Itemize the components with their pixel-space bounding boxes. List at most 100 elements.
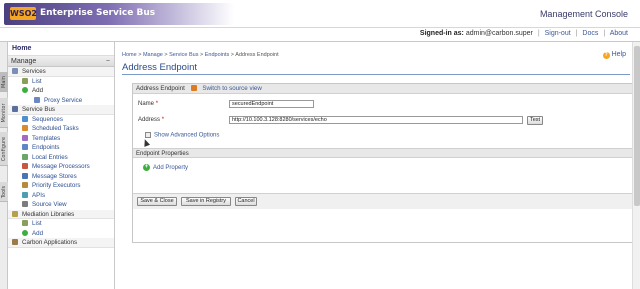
help-label: Help (611, 51, 626, 58)
sidebar-item-label: Source View (32, 201, 67, 208)
endpoints-icon (22, 144, 28, 151)
list-icon (22, 220, 28, 227)
sequences-icon (22, 115, 28, 122)
required-mark: * (161, 117, 165, 123)
sidebar-section-label: Manage (11, 58, 37, 65)
scrollbar-thumb[interactable] (634, 46, 640, 206)
tab-main-label: Main (1, 75, 7, 88)
sidebar-item-scheduled-tasks[interactable]: Scheduled Tasks (8, 124, 114, 134)
name-label-text: Name (138, 101, 155, 107)
help-icon: ? (602, 52, 610, 59)
sidebar-item-label: Sequences (32, 115, 63, 123)
apis-icon (22, 191, 28, 198)
breadcrumb-current: Address Endpoint (235, 52, 279, 58)
add-property-label: Add Property (153, 165, 189, 172)
scheduled-tasks-icon (22, 125, 28, 132)
sidebar-item-message-stores[interactable]: Message Stores (8, 172, 114, 182)
sidebar-item-source-view[interactable]: Source View (8, 200, 114, 210)
sidebar-item-sequences[interactable]: Sequences (8, 115, 114, 125)
sidebar-home[interactable]: Home (8, 42, 114, 56)
tab-tools[interactable]: Tools (0, 182, 8, 202)
sidebar-item-services[interactable]: Services (8, 67, 114, 77)
sidebar-item-ml-add[interactable]: Add (8, 229, 114, 239)
tab-main[interactable]: Main (0, 72, 8, 92)
sidebar-item-message-processors[interactable]: Message Processors (8, 162, 114, 172)
address-field[interactable]: http://10.100.3.128:8280/services/echo (229, 116, 523, 124)
endpoint-form-panel: Address Endpoint Switch to source view N… (132, 83, 638, 243)
address-label-text: Address (138, 117, 161, 123)
sidebar-item-label: Services (22, 68, 46, 75)
panel-title: Address Endpoint (136, 85, 185, 92)
about-link[interactable]: About (610, 30, 628, 37)
vertical-scrollbar[interactable] (632, 42, 640, 289)
user-bar: Signed-in as: admin@carbon.super | Sign-… (0, 28, 640, 42)
breadcrumb-manage[interactable]: Manage (143, 52, 163, 58)
add-property-link[interactable]: + Add Property (143, 164, 188, 171)
collapse-icon[interactable]: − (106, 56, 110, 67)
docs-link[interactable]: Docs (582, 30, 598, 37)
sidebar: Home Manage − Services List Add Proxy Se… (8, 42, 115, 289)
test-button[interactable]: Test (527, 116, 543, 125)
sidebar-item-label: Templates (32, 134, 61, 142)
sidebar-item-label: Service Bus (22, 106, 56, 113)
tab-configure[interactable]: Configure (0, 132, 8, 166)
sidebar-item-services-add[interactable]: Add (8, 86, 114, 96)
product-name: Enterprise Service Bus (40, 8, 156, 18)
sidebar-item-endpoints[interactable]: Endpoints (8, 143, 114, 153)
message-stores-icon (22, 172, 28, 179)
show-advanced-options-toggle[interactable]: Show Advanced Options (145, 132, 219, 139)
sign-out-link[interactable]: Sign-out (545, 30, 571, 37)
show-advanced-label: Show Advanced Options (154, 132, 220, 139)
sidebar-item-label: Proxy Service (44, 96, 83, 104)
add-icon (22, 87, 28, 94)
proxy-service-icon (34, 96, 40, 103)
help-link[interactable]: ? Help (602, 51, 626, 59)
main-content: Home > Manage > Service Bus > Endpoints … (116, 42, 640, 289)
tab-tools-label: Tools (1, 185, 7, 198)
expand-icon (145, 132, 151, 138)
form-actions: Save & Close Save in Registry Cancel (133, 193, 637, 209)
breadcrumb-home[interactable]: Home (122, 52, 137, 58)
app-header: WSO2 Enterprise Service Bus Management C… (0, 0, 640, 28)
sidebar-item-carbon-applications[interactable]: Carbon Applications (8, 238, 114, 248)
tab-configure-label: Configure (1, 136, 7, 161)
priority-executors-icon (22, 182, 28, 189)
breadcrumb-service-bus[interactable]: Service Bus (169, 52, 198, 58)
sidebar-item-label: List (32, 220, 42, 227)
sidebar-item-service-bus[interactable]: Service Bus (8, 105, 114, 115)
sidebar-item-templates[interactable]: Templates (8, 134, 114, 144)
save-close-button[interactable]: Save & Close (137, 197, 177, 206)
name-field[interactable]: securedEndpoint (229, 100, 314, 108)
carbon-applications-icon (12, 239, 18, 246)
sidebar-item-label: Local Entries (32, 153, 68, 161)
sidebar-item-label: Message Processors (32, 163, 90, 170)
title-underline (122, 74, 630, 75)
wso2-logo-mark: WSO2 (10, 7, 37, 20)
source-view-icon[interactable] (190, 85, 197, 92)
sidebar-item-local-entries[interactable]: Local Entries (8, 153, 114, 163)
sidebar-item-label: Mediation Libraries (22, 210, 75, 218)
sidebar-item-apis[interactable]: APIs (8, 191, 114, 201)
divider: | (575, 30, 578, 37)
add-icon (22, 229, 28, 236)
sidebar-item-services-list[interactable]: List (8, 77, 114, 87)
cancel-button[interactable]: Cancel (235, 197, 257, 206)
breadcrumb-endpoints[interactable]: Endpoints (205, 52, 229, 58)
sidebar-item-priority-executors[interactable]: Priority Executors (8, 181, 114, 191)
sidebar-item-mediation-libraries[interactable]: Mediation Libraries (8, 209, 114, 219)
sidebar-section-manage[interactable]: Manage − (8, 56, 114, 67)
required-mark: * (155, 101, 159, 107)
sidebar-item-label: Add (32, 87, 44, 94)
sidebar-item-ml-list[interactable]: List (8, 219, 114, 229)
tab-monitor[interactable]: Monitor (0, 98, 8, 128)
service-bus-icon (12, 106, 18, 113)
sidebar-item-label: List (32, 77, 42, 85)
switch-to-source-view-link[interactable]: Switch to source view (202, 85, 262, 92)
source-view-icon (22, 201, 28, 208)
save-in-registry-button[interactable]: Save in Registry (181, 197, 231, 206)
sidebar-item-label: Carbon Applications (22, 239, 78, 246)
product-logo[interactable]: WSO2 Enterprise Service Bus (4, 3, 234, 25)
mouse-cursor-icon (141, 138, 151, 147)
sidebar-item-proxy-service[interactable]: Proxy Service (8, 96, 114, 106)
endpoint-properties-header: Endpoint Properties (133, 148, 637, 158)
